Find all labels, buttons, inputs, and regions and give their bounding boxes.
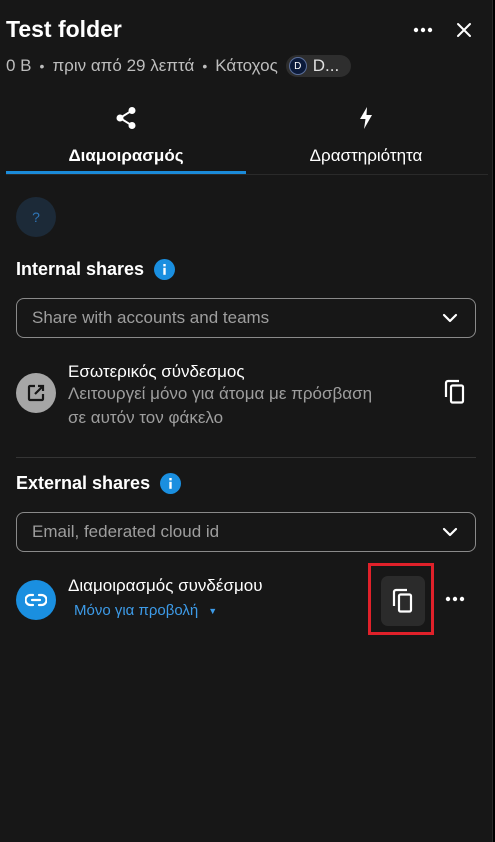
tab-activity[interactable]: Δραστηριότητα	[246, 100, 486, 175]
help-button[interactable]: ?	[16, 197, 56, 237]
external-shares-heading: External shares	[16, 473, 182, 494]
section-divider	[16, 457, 476, 458]
folder-title: Test folder	[6, 16, 122, 42]
copy-icon	[444, 379, 465, 404]
link-icon	[25, 593, 47, 607]
chevron-down-icon	[442, 313, 458, 323]
internal-shares-title: Internal shares	[16, 259, 145, 279]
folder-meta: 0 B • πριν από 29 λεπτά • Κάτοχος D D...	[6, 55, 352, 77]
more-actions-button[interactable]	[409, 16, 437, 44]
caret-down-icon: ▼	[208, 605, 218, 616]
internal-link-description-line: σε αυτόν τον φάκελο	[68, 408, 224, 427]
internal-link-avatar	[16, 373, 56, 413]
external-share-placeholder: Email, federated cloud id	[32, 522, 220, 541]
permission-label: Μόνο για προβολή	[74, 602, 199, 619]
share-link-title: Διαμοιρασμός συνδέσμου	[68, 576, 263, 595]
tab-divider	[6, 174, 488, 175]
lightning-icon	[360, 107, 372, 129]
meta-separator: •	[202, 58, 208, 74]
folder-modified: πριν από 29 λεπτά	[52, 56, 195, 75]
external-shares-title: External shares	[16, 473, 151, 493]
folder-size: 0 B	[6, 56, 32, 75]
internal-link-description: Λειτουργεί μόνο για άτομα με πρόσβαση σε…	[68, 382, 428, 430]
meta-separator: •	[39, 58, 45, 74]
info-icon[interactable]	[160, 473, 182, 494]
copy-icon	[392, 588, 413, 613]
copy-internal-link-button[interactable]	[435, 372, 475, 412]
external-link-icon	[27, 384, 45, 402]
share-link-more-button[interactable]	[441, 587, 469, 611]
tab-sharing[interactable]: Διαμοιρασμός	[6, 100, 246, 175]
tab-activity-label: Δραστηριότητα	[309, 146, 423, 165]
internal-shares-heading: Internal shares	[16, 259, 176, 280]
internal-share-placeholder: Share with accounts and teams	[32, 308, 270, 327]
internal-share-search-input[interactable]: Share with accounts and teams	[16, 298, 476, 338]
more-horizontal-icon	[413, 27, 433, 33]
sharing-sidebar: Test folder 0 B • πριν από 29 λεπτά • Κά…	[0, 0, 493, 842]
info-icon[interactable]	[154, 259, 176, 280]
chevron-down-icon	[442, 527, 458, 537]
share-icon	[116, 107, 136, 129]
owner-label: Κάτοχος	[215, 56, 278, 75]
share-link-avatar	[16, 580, 56, 620]
owner-name: D...	[312, 56, 340, 75]
close-icon	[457, 23, 471, 37]
more-horizontal-icon	[445, 596, 465, 602]
internal-link-title: Εσωτερικός σύνδεσμος	[68, 362, 245, 381]
external-share-search-input[interactable]: Email, federated cloud id	[16, 512, 476, 552]
internal-link-description-line: Λειτουργεί μόνο για άτομα με πρόσβαση	[68, 384, 373, 403]
avatar: D	[288, 57, 307, 75]
tab-sharing-label: Διαμοιρασμός	[68, 146, 184, 165]
copy-share-link-button[interactable]	[381, 576, 425, 626]
permission-dropdown[interactable]: Μόνο για προβολή ▼	[74, 602, 217, 619]
owner-chip[interactable]: D D...	[285, 55, 352, 77]
close-button[interactable]	[450, 16, 478, 44]
